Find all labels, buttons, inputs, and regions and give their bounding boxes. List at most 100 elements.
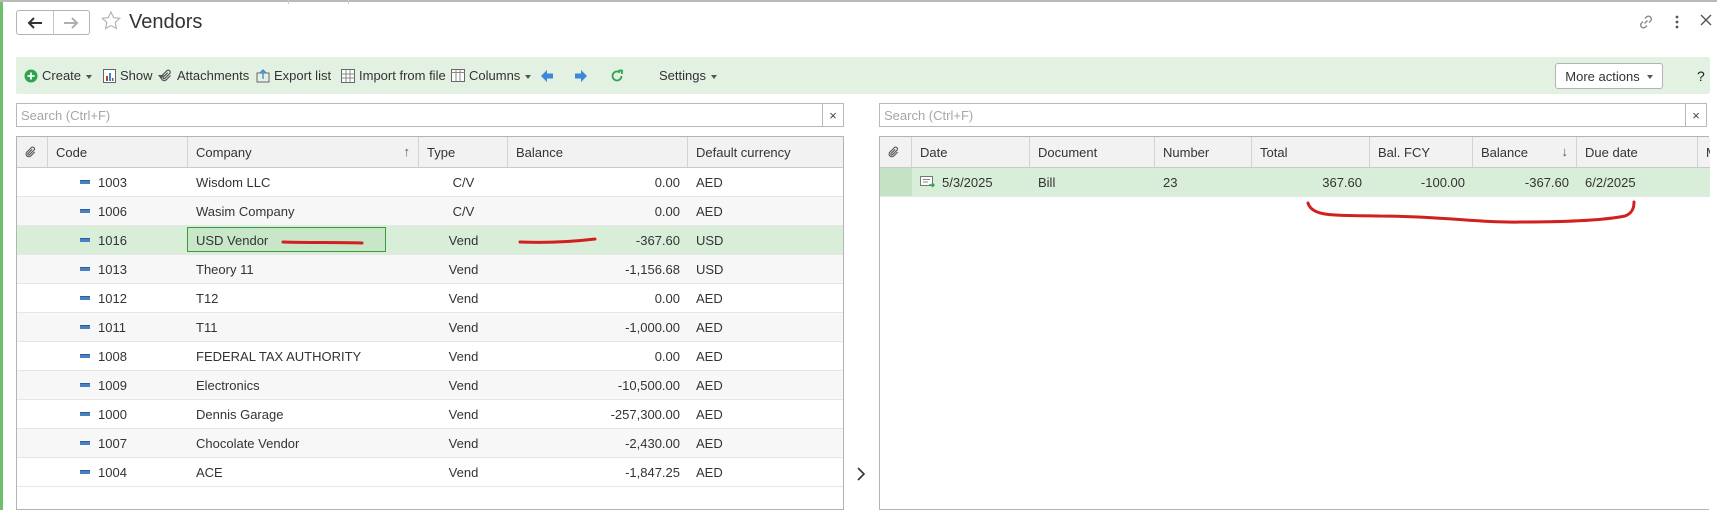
import-from-file-label: Import from file xyxy=(359,68,446,83)
column-header-number[interactable]: Number xyxy=(1155,137,1252,167)
column-header-default-currency[interactable]: Default currency xyxy=(688,137,843,167)
window-top-border xyxy=(0,0,1717,2)
arrow-right-icon xyxy=(64,16,79,29)
help-button[interactable]: ? xyxy=(1697,57,1705,94)
documents-table: Date Document Number Total Bal. FCY Bala… xyxy=(879,136,1710,510)
cell-currency: AED xyxy=(696,377,723,393)
arrow-left-icon xyxy=(27,16,42,29)
cell-currency: USD xyxy=(696,261,724,277)
cell-type: Vend xyxy=(448,377,479,393)
show-button[interactable]: Show xyxy=(103,57,164,94)
column-header-balance[interactable]: Balance xyxy=(508,137,688,167)
column-header-document[interactable]: Document xyxy=(1030,137,1155,167)
vendors-search: × xyxy=(16,103,844,127)
link-icon[interactable] xyxy=(1638,14,1654,33)
table-row[interactable]: 5/3/2025 Bill 23 367.60 -100.00 -367.60 6/2/20… xyxy=(880,168,1710,197)
column-header-due-date[interactable]: Due date xyxy=(1577,137,1698,167)
table-row[interactable]: 1009 Electronics Vend -10,500.00 AED xyxy=(17,371,843,400)
cell-code: 1012 xyxy=(98,290,127,306)
cell-balance: 0.00 xyxy=(654,174,680,190)
column-header-bal-fcy[interactable]: Bal. FCY xyxy=(1370,137,1473,167)
cell-balance: -367.60 xyxy=(1524,174,1569,190)
clear-search-button[interactable]: × xyxy=(1685,104,1706,126)
documents-search: × xyxy=(879,103,1707,127)
export-icon xyxy=(256,68,270,82)
command-bar: Create Show Attachments Export list Impo… xyxy=(16,57,1710,94)
column-header-balance-label: Balance xyxy=(1481,144,1528,160)
table-row[interactable]: 1011 T11 Vend -1,000.00 AED xyxy=(17,313,843,342)
window-accent-edge xyxy=(0,0,3,510)
forward-button[interactable] xyxy=(52,11,90,34)
cell-balance: 0.00 xyxy=(654,203,680,219)
cell-currency: AED xyxy=(696,464,723,480)
settings-label: Settings xyxy=(659,68,706,83)
attachments-button[interactable]: Attachments xyxy=(160,57,249,94)
cell-type: Vend xyxy=(448,290,479,306)
cell-code: 1008 xyxy=(98,348,127,364)
cell-due: 6/2/2025 xyxy=(1585,174,1636,190)
settings-button[interactable]: Settings xyxy=(659,57,717,94)
table-row[interactable]: 1003 Wisdom LLC C/V 0.00 AED xyxy=(17,168,843,197)
clear-search-button[interactable]: × xyxy=(822,104,843,126)
cell-balance: -367.60 xyxy=(635,232,680,248)
create-label: Create xyxy=(42,68,82,83)
column-header-company-label: Company xyxy=(196,144,252,160)
column-header-total[interactable]: Total xyxy=(1252,137,1370,167)
column-header-balance[interactable]: Balance ↓ xyxy=(1473,137,1577,167)
more-actions-button[interactable]: More actions xyxy=(1555,63,1663,89)
arrow-right-blue-icon xyxy=(575,69,587,82)
export-list-label: Export list xyxy=(274,68,332,83)
cell-type: Vend xyxy=(448,406,479,422)
chevron-down-icon xyxy=(710,74,717,79)
favorite-star-icon[interactable] xyxy=(100,10,122,33)
vendors-table: Code Company ↑ Type Balance Default curr… xyxy=(16,136,844,510)
cell-type: C/V xyxy=(452,203,475,219)
cell-company: T12 xyxy=(196,290,219,306)
cell-company: USD Vendor xyxy=(196,232,269,248)
table-row[interactable]: 1008 FEDERAL TAX AUTHORITY Vend 0.00 AED xyxy=(17,342,843,371)
cell-currency: AED xyxy=(696,319,723,335)
cell-code: 1006 xyxy=(98,203,127,219)
table-row[interactable]: 1000 Dennis Garage Vend -257,300.00 AED xyxy=(17,400,843,429)
columns-icon xyxy=(451,69,465,82)
column-header-date[interactable]: Date xyxy=(912,137,1030,167)
table-row[interactable]: 1007 Chocolate Vendor Vend -2,430.00 AED xyxy=(17,429,843,458)
table-row[interactable]: 1004 ACE Vend -1,847.25 AED xyxy=(17,458,843,487)
cell-company: Wisdom LLC xyxy=(196,174,271,190)
more-vert-icon[interactable] xyxy=(1674,14,1680,33)
column-header-type[interactable]: Type xyxy=(419,137,508,167)
columns-button[interactable]: Columns xyxy=(451,57,532,94)
column-header-company[interactable]: Company ↑ xyxy=(188,137,419,167)
cell-company: Chocolate Vendor xyxy=(196,435,300,451)
documents-search-input[interactable] xyxy=(880,104,1684,126)
table-row[interactable]: 1012 T12 Vend 0.00 AED xyxy=(17,284,843,313)
move-right-button[interactable] xyxy=(574,57,588,94)
create-button[interactable]: Create xyxy=(24,57,93,94)
cell-code: 1016 xyxy=(98,232,127,248)
attachment-column[interactable] xyxy=(17,137,48,167)
vendors-search-input[interactable] xyxy=(17,104,821,126)
cell-balance: -10,500.00 xyxy=(617,377,680,393)
import-from-file-button[interactable]: Import from file xyxy=(341,57,446,94)
back-button[interactable] xyxy=(17,11,53,34)
column-header-code[interactable]: Code xyxy=(48,137,188,167)
chevron-right-icon[interactable] xyxy=(856,466,866,487)
cell-type: Vend xyxy=(448,232,479,248)
show-label: Show xyxy=(120,68,153,83)
export-list-button[interactable]: Export list xyxy=(256,57,331,94)
table-row[interactable]: 1006 Wasim Company C/V 0.00 AED xyxy=(17,197,843,226)
cell-balance: 0.00 xyxy=(654,348,680,364)
paperclip-icon xyxy=(25,146,36,157)
refresh-button[interactable] xyxy=(610,57,624,94)
cell-balance: -1,847.25 xyxy=(625,464,680,480)
cell-currency: AED xyxy=(696,174,723,190)
move-left-button[interactable] xyxy=(540,57,554,94)
table-row[interactable]: 1013 Theory 11 Vend -1,156.68 USD xyxy=(17,255,843,284)
row-selector[interactable] xyxy=(880,168,912,196)
close-icon[interactable] xyxy=(1700,14,1712,29)
column-header-truncated[interactable]: M xyxy=(1698,137,1710,167)
table-row[interactable]: 1016 USD Vendor Vend -367.60 USD xyxy=(17,226,843,255)
attachment-column[interactable] xyxy=(880,137,912,167)
report-icon xyxy=(103,68,116,83)
cell-balance: -1,156.68 xyxy=(625,261,680,277)
